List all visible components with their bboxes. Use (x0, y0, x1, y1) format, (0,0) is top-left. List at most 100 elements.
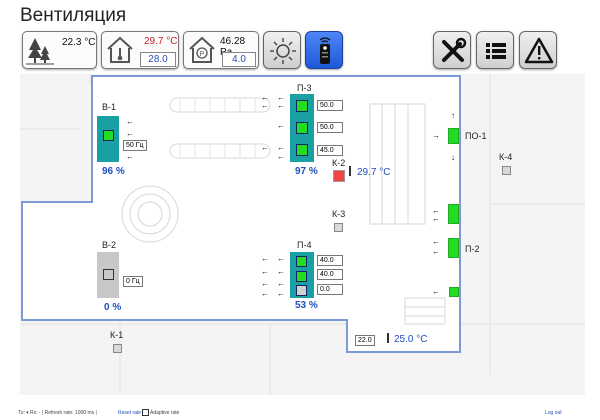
p3-percent: 97 % (295, 166, 318, 177)
p3-arrow: ← (261, 101, 269, 110)
outdoor-temp-value: 22.3 °C (62, 37, 96, 48)
p3-indicator-1 (296, 100, 308, 112)
po1-label: ПО-1 (465, 131, 487, 141)
p2-indicator-2[interactable] (448, 238, 459, 258)
p4-arrow: ← (277, 289, 285, 298)
p3-arrow: ← (277, 152, 285, 161)
p4-indicator-1 (296, 256, 307, 267)
k3-label: К-3 (332, 209, 346, 219)
p3-arrow: ← (277, 121, 285, 130)
v2-status-indicator (103, 269, 114, 280)
bottom-thermometer-icon (387, 333, 389, 343)
status-footer: Тх: ▾ Rx: - | Refresh rate: 1000 ms | Re… (0, 405, 600, 420)
p4-unit[interactable] (290, 252, 314, 298)
settings-button[interactable] (433, 31, 471, 69)
p4-arrow: ← (261, 267, 269, 276)
indoor-setpoint-field[interactable]: 28.0 (140, 52, 176, 67)
house-pressure-icon: P (189, 36, 215, 63)
p3-value-2[interactable]: 50.0 (317, 122, 343, 133)
p4-arrow: ← (261, 289, 269, 298)
v1-arrow: ← (126, 129, 134, 138)
remote-icon (319, 37, 331, 64)
p3-arrow: ← (261, 143, 269, 152)
v1-frequency: 50 Гц (123, 140, 147, 151)
po1-arrow: → (432, 131, 440, 140)
po1-down-arrow: ↓ (451, 153, 455, 162)
p3-value-1[interactable]: 50.0 (317, 100, 343, 111)
k3-indicator[interactable] (334, 223, 343, 232)
adaptive-rate-checkbox[interactable] (142, 409, 149, 416)
p4-value-2[interactable]: 40.0 (317, 269, 343, 280)
p2-arrow: ← (432, 237, 440, 246)
v1-status-indicator (103, 130, 114, 141)
remote-button[interactable] (305, 31, 343, 69)
p3-label: П-3 (297, 83, 312, 93)
logout-link[interactable]: Log out (545, 410, 562, 416)
bottom-setpoint-field[interactable]: 22.0 (355, 335, 375, 346)
k4-indicator[interactable] (502, 166, 511, 175)
k1-label: К-1 (110, 330, 124, 340)
p3-indicator-2 (296, 122, 308, 134)
indoor-temp-value: 29.7 °C (144, 36, 178, 47)
v1-percent: 96 % (102, 166, 125, 177)
floor-plan: В-1 ← ← 50 Гц ← 96 % П-3 50.0 50.0 45.0 … (20, 74, 585, 395)
k2-temperature: 29.7 °C (357, 167, 391, 178)
p4-arrow: ← (277, 254, 285, 263)
po1-indicator[interactable] (448, 128, 459, 144)
footer-status: Тх: ▾ Rx: - | Refresh rate: 1000 ms | (18, 410, 97, 416)
pressure-setpoint-field[interactable]: 4.0 (222, 52, 256, 67)
svg-text:P: P (200, 51, 205, 58)
list-button[interactable] (476, 31, 514, 69)
v2-unit[interactable] (97, 252, 119, 298)
p4-arrow: ← (261, 279, 269, 288)
page-title: Вентиляция (20, 5, 127, 26)
p4-arrow: ← (277, 267, 285, 276)
p3-unit[interactable] (290, 94, 314, 162)
tools-icon (442, 37, 467, 62)
p4-value-1[interactable]: 40.0 (317, 255, 343, 266)
house-thermometer-icon (107, 36, 133, 63)
sun-icon (270, 38, 296, 64)
alarm-button[interactable] (519, 31, 557, 69)
k2-thermometer-icon (349, 166, 351, 176)
p2-indicator-1[interactable] (448, 204, 459, 224)
v2-percent: 0 % (104, 302, 122, 313)
p2-label: П-2 (465, 244, 480, 254)
k2-indicator[interactable] (333, 170, 345, 182)
p2-arrow: ← (432, 287, 440, 296)
v2-frequency: 0 Гц (123, 276, 143, 287)
reset-rate-link[interactable]: Reset rate (118, 410, 141, 416)
p3-arrow: ← (277, 101, 285, 110)
p4-label: П-4 (297, 240, 312, 250)
p4-arrow: ← (277, 279, 285, 288)
sun-button[interactable] (263, 31, 301, 69)
p4-value-3[interactable]: 0.0 (317, 284, 343, 295)
k2-label: К-2 (332, 158, 346, 168)
v1-arrow: ← (126, 117, 134, 126)
p4-indicator-2 (296, 271, 307, 282)
po1-up-arrow: ↑ (451, 111, 455, 120)
p2-indicator-3[interactable] (449, 287, 459, 297)
v2-label: В-2 (102, 240, 117, 250)
warning-icon (524, 37, 554, 64)
v1-arrow: ← (126, 152, 134, 161)
p2-arrow: ← (432, 214, 440, 223)
p2-arrow: ← (432, 247, 440, 256)
p4-percent: 53 % (295, 300, 318, 311)
pressure-tile[interactable]: P 46.28 Pa 4.0 (183, 31, 259, 69)
p3-arrow: ← (277, 143, 285, 152)
p3-value-3[interactable]: 45.0 (317, 145, 343, 156)
indoor-temp-tile[interactable]: 29.7 °C 28.0 (101, 31, 179, 69)
tree-icon (26, 38, 54, 65)
bottom-temperature: 25.0 °C (394, 334, 428, 345)
v1-unit[interactable] (97, 116, 119, 162)
p4-arrow: ← (261, 254, 269, 263)
k1-indicator[interactable] (113, 344, 122, 353)
list-icon (486, 43, 506, 59)
v1-label: В-1 (102, 102, 117, 112)
p3-indicator-3 (296, 144, 308, 156)
p4-indicator-3 (296, 285, 307, 296)
outdoor-temp-tile[interactable]: 22.3 °C (22, 31, 97, 69)
k4-label: К-4 (499, 152, 513, 162)
adaptive-rate-label: Adaptive rate (150, 410, 180, 416)
